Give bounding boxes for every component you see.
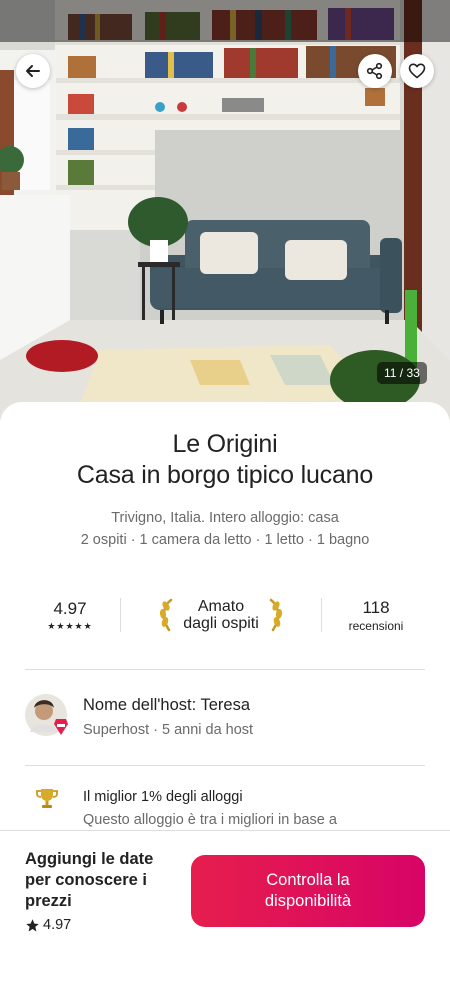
price-prompt-line-2: per conoscere i bbox=[25, 871, 147, 889]
details-line: 2 ospiti · 1 camera da letto · 1 letto ·… bbox=[80, 532, 370, 548]
reviews-label: recensioni bbox=[348, 618, 404, 633]
photo-counter: 11 / 33 bbox=[377, 362, 427, 384]
star-icon bbox=[26, 918, 39, 931]
stats-row[interactable]: 4.97 ★★★★★ Amato dagli ospiti 118 recens… bbox=[20, 592, 430, 638]
footer-rating-value: 4.97 bbox=[43, 917, 72, 933]
cta-line-2: disponibilità bbox=[264, 892, 352, 910]
back-button[interactable] bbox=[16, 54, 50, 88]
listing-summary: Trivigno, Italia. Intero alloggio: casa … bbox=[0, 507, 450, 551]
title-line-2: Casa in borgo tipico lucano bbox=[76, 461, 374, 489]
host-section[interactable]: Nome dell'host: Teresa Superhost · 5 ann… bbox=[25, 692, 425, 752]
check-availability-button[interactable]: Controlla la disponibilità bbox=[191, 855, 425, 927]
location-line: Trivigno, Italia. Intero alloggio: casa bbox=[111, 510, 339, 526]
reviews-count: 118 bbox=[362, 597, 390, 617]
heart-icon bbox=[408, 63, 426, 79]
share-icon bbox=[366, 62, 383, 80]
favorite-button[interactable] bbox=[400, 54, 434, 88]
cta-line-1: Controlla la bbox=[266, 871, 350, 889]
star-rating-icon: ★★★★★ bbox=[47, 620, 93, 631]
divider bbox=[25, 669, 425, 670]
price-prompt-line-3: prezzi bbox=[25, 892, 72, 910]
listing-title: Le Origini Casa in borgo tipico lucano bbox=[20, 429, 430, 491]
laurel-right-icon bbox=[269, 598, 282, 632]
rating-value: 4.97 bbox=[53, 598, 87, 618]
highlight-title: Il miglior 1% degli alloggi bbox=[83, 789, 243, 805]
footer-rating: 4.97 bbox=[25, 917, 71, 933]
highlight-description: Questo alloggio è tra i migliori in base… bbox=[83, 812, 337, 828]
host-meta: Superhost · 5 anni da host bbox=[83, 722, 254, 738]
booking-footer: Aggiungi le date per conoscere i prezzi … bbox=[0, 830, 450, 1001]
host-avatar bbox=[25, 694, 68, 736]
trophy-icon bbox=[36, 789, 58, 808]
reviews-stat[interactable]: 118 recensioni bbox=[322, 598, 430, 633]
price-prompt-line-1: Aggiungi le date bbox=[25, 850, 154, 868]
price-prompt[interactable]: Aggiungi le date per conoscere i prezzi bbox=[25, 849, 185, 912]
top-listing-highlight: Il miglior 1% degli alloggi Questo allog… bbox=[25, 786, 425, 832]
listing-photo-gallery[interactable]: 11 / 33 bbox=[0, 0, 450, 420]
arrow-left-icon bbox=[26, 65, 40, 77]
superhost-badge-icon bbox=[54, 719, 68, 735]
host-name: Nome dell'host: Teresa bbox=[83, 696, 251, 714]
guest-favorite-line-1: Amato bbox=[197, 598, 245, 615]
guest-favorite-line-2: dagli ospiti bbox=[183, 615, 259, 632]
rating-stat: 4.97 ★★★★★ bbox=[20, 599, 120, 632]
title-line-1: Le Origini bbox=[172, 430, 278, 458]
laurel-left-icon bbox=[160, 598, 173, 632]
listing-details: Le Origini Casa in borgo tipico lucano T… bbox=[0, 402, 450, 832]
share-button[interactable] bbox=[358, 54, 392, 88]
guest-favorite-label: Amato dagli ospiti bbox=[183, 598, 259, 632]
divider bbox=[25, 765, 425, 766]
guest-favorite-badge: Amato dagli ospiti bbox=[121, 598, 321, 632]
